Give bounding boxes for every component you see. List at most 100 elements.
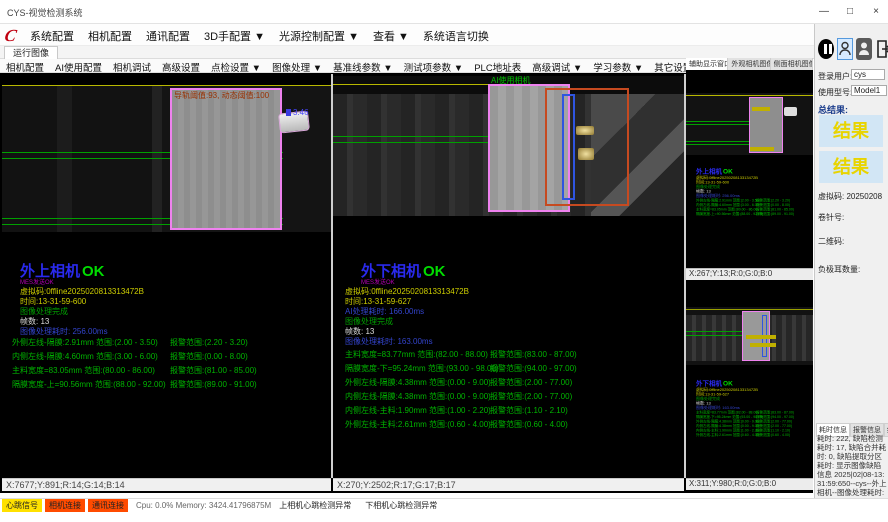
toolbar-item-1[interactable]: AI使用配置 — [55, 60, 102, 72]
user-login-button[interactable] — [837, 38, 853, 60]
status-message-1: 下相机心跳检测异常 — [365, 500, 437, 511]
toolbar-item-2[interactable]: 相机调试 — [113, 60, 151, 72]
close-icon[interactable]: × — [868, 4, 884, 20]
toolbar-item-5[interactable]: 图像处理 ▼ — [272, 60, 322, 72]
toolbar-item-6[interactable]: 基准线参数 ▼ — [333, 60, 393, 72]
menu-item-5[interactable]: 查看 ▼ — [373, 28, 409, 44]
aux-bottom-coordinate-bar: X:311;Y:980;R:0;G:0;B:0 — [686, 478, 813, 490]
info-field-2: 二维码: — [818, 236, 844, 247]
aux-tab-1[interactable]: 外观相机图像 — [728, 58, 770, 70]
aux-view-bottom[interactable]: 外下相机OK虚拟码:0ffline2025020813313472B时间:13-… — [686, 282, 813, 478]
measurement-alarm-range: 报警范围:(94.00 - 97.00) — [490, 364, 577, 373]
threshold-overlay-text: 导轨阈值:93, 动态阈值:100 — [174, 90, 269, 101]
menu-item-3[interactable]: 3D手配置 ▼ — [204, 28, 265, 44]
control-button-row — [818, 38, 888, 60]
user-manage-button[interactable] — [856, 38, 872, 60]
measurement-row: 外侧左线-隔膜:2.91mm 范围:(2.00 - 3.50)报警范围:(2.2… — [12, 337, 327, 351]
menu-item-2[interactable]: 通讯配置 — [146, 28, 190, 44]
toolbar-item-4[interactable]: 点检设置 ▼ — [211, 60, 261, 72]
menu-item-4[interactable]: 光源控制配置 ▼ — [279, 28, 359, 44]
mini-title-ok: OK — [723, 168, 733, 176]
mini-measurement-row: 隔膜宽度-上=90.56mm 范围:(88.00 - 92.00)报警范围:(8… — [696, 212, 813, 217]
mini-measurement-row: 外侧左线-主料:2.61mm 范围:(0.60 - 4.00)报警范围:(0.6… — [696, 433, 813, 438]
center-camera-image: AI使用相机 — [333, 76, 684, 216]
window-title: CYS-视觉检测系统 — [7, 6, 83, 19]
info-field-label: 二维码: — [818, 237, 844, 246]
measurement-alarm-range: 报警范围:(2.00 - 77.00) — [490, 392, 572, 401]
status-bar: 心跳信号相机连接通讯连接 Cpu: 0.0% Memory: 3424.4179… — [0, 498, 888, 512]
aux-top-result-text: 外上相机OK虚拟码:0ffline2025020813313472B时间:13-… — [696, 166, 813, 216]
status-messages: 上相机心跳检测异常 下相机心跳检测异常 — [279, 500, 437, 511]
left-measurements: 外侧左线-隔膜:2.91mm 范围:(2.00 - 3.50)报警范围:(2.2… — [12, 337, 327, 393]
toolbar: 相机配置 AI使用配置相机调试高级设置点检设置 ▼ 图像处理 ▼ 基准线参数 ▼ 测试项… — [0, 59, 686, 73]
measurement-value: 隔膜宽度-下=95.24mm 范围:(93.00 - 98.00) — [345, 363, 490, 374]
aux-tab-0[interactable]: 辅助显示窗口 — [686, 58, 728, 70]
toolbar-item-7[interactable]: 测试项参数 ▼ — [404, 60, 464, 72]
info-field-label: 卷针号: — [818, 213, 844, 222]
measurement-alarm-range: 报警范围:(81.00 - 85.00) — [170, 366, 257, 375]
aux-view-column: 辅助显示窗口外观相机图像侧面相机图像 外上相机OK虚拟码:0ffline2025… — [686, 58, 813, 492]
center-coordinate-bar: X:270;Y:2502;R:17;G:17;B:17 — [333, 478, 684, 491]
measurement-value: 内侧左线-主料:1.90mm 范围:(1.00 - 2.20) — [345, 405, 490, 416]
menu-items: 系统配置相机配置通讯配置 3D手配置 ▼ 光源控制配置 ▼ 查看 ▼ 系统语言切换 — [30, 28, 489, 44]
measurement-row: 主料宽度=83.77mm 范围:(82.00 - 88.00)报警范围:(83.… — [345, 349, 680, 363]
menu-item-1[interactable]: 相机配置 — [88, 28, 132, 44]
center-camera-view[interactable]: AI使用相机 外下相机OK MES发送OK 虚拟码:0ffline2025020… — [333, 74, 684, 491]
left-result-ok: OK — [82, 263, 105, 280]
exit-button[interactable] — [875, 38, 888, 60]
maximize-icon[interactable]: □ — [842, 4, 858, 20]
pause-icon — [818, 39, 834, 59]
status-badge-1: 相机连接 — [45, 499, 85, 512]
measurement-value: 内侧左线-隔膜:4.38mm 范围:(0.00 - 9.00) — [345, 391, 490, 402]
left-camera-view[interactable]: 导轨阈值:93, 动态阈值:100 3.46 外上相机OK MES发送OK 虚拟… — [2, 74, 331, 491]
mini-result-title: 外上相机OK — [696, 166, 813, 176]
measurement-row: 外侧左线-隔膜:4.38mm 范围:(0.00 - 9.00)报警范围:(2.0… — [345, 377, 680, 391]
measurement-row: 主料宽度=83.05mm 范围:(80.00 - 86.00)报警范围:(81.… — [12, 365, 327, 379]
ai-camera-overlay-label: AI使用相机 — [491, 76, 531, 86]
measurement-alarm-range: 报警范围:(2.20 - 3.20) — [170, 338, 248, 347]
detection-rectangle — [545, 88, 629, 206]
measurement-row: 内侧左线-隔膜:4.60mm 范围:(3.00 - 6.00)报警范围:(0.0… — [12, 351, 327, 365]
cpu-memory-status: Cpu: 0.0% Memory: 3424.41796875M — [136, 501, 271, 510]
menu-item-6[interactable]: 系统语言切换 — [423, 28, 489, 44]
aux-bottom-result-text: 外下相机OK虚拟码:0ffline2025020813313472B时间:13-… — [696, 378, 813, 437]
user-lock-icon — [858, 41, 870, 57]
model-select[interactable]: Model1 — [851, 85, 887, 96]
left-coordinate-bar: X:7677;Y:891;R:14;G:14;B:14 — [2, 478, 331, 491]
window-controls: — □ × — [816, 4, 884, 20]
tab-run-image[interactable]: 运行图像 — [4, 46, 58, 59]
toolbar-item-3[interactable]: 高级设置 — [162, 60, 200, 72]
measurement-value: 外侧左线-隔膜:4.38mm 范围:(0.00 - 9.00) — [345, 377, 490, 388]
measurement-row: 外侧左线-主料:2.61mm 范围:(0.60 - 4.00)报警范围:(0.6… — [345, 419, 680, 433]
pause-button[interactable] — [818, 38, 834, 60]
toolbar-item-10[interactable]: 学习参数 ▼ — [593, 60, 643, 72]
info-field-1: 卷针号: — [818, 212, 844, 223]
result-box-2: 结果 — [819, 151, 883, 183]
minimize-icon[interactable]: — — [816, 4, 832, 20]
measurement-value: 外侧左线-隔膜:2.91mm 范围:(2.00 - 3.50) — [12, 337, 170, 348]
measure-overlay-value: 3.46 — [286, 108, 309, 117]
aux-top-coordinate-bar: X:267;Y:13;R:0;G:0;B:0 — [686, 268, 813, 280]
left-elapsed: 图像处理耗时: 256.00ms — [20, 326, 108, 337]
left-mes-status: MES发送OK — [20, 277, 54, 286]
measurement-alarm-range: 报警范围:(83.00 - 87.00) — [490, 350, 577, 359]
mini-measurement-value: 隔膜宽度-上=90.56mm 范围:(88.00 - 92.00) — [696, 212, 756, 217]
aux-view-top[interactable]: 外上相机OK虚拟码:0ffline2025020813313472B时间:13-… — [686, 70, 813, 280]
side-panel: 登录用户: 使用型号: Model1 总结果: 结果 结果 虚拟码: 20250… — [814, 24, 888, 498]
measurement-alarm-range: 报警范围:(2.00 - 77.00) — [490, 378, 572, 387]
status-badge-2: 通讯连接 — [88, 499, 128, 512]
menu-bar: C 系统配置相机配置通讯配置 3D手配置 ▼ 光源控制配置 ▼ 查看 ▼ 系统语言切换 — [0, 24, 888, 46]
status-message-0: 上相机心跳检测异常 — [279, 500, 351, 511]
toolbar-item-9[interactable]: 高级调试 ▼ — [532, 60, 582, 72]
app-logo-icon: C — [3, 26, 25, 44]
login-user-input[interactable] — [851, 69, 885, 80]
measurement-row: 内侧左线-主料:1.90mm 范围:(1.00 - 2.20)报警范围:(1.1… — [345, 405, 680, 419]
login-user-row: 登录用户: — [818, 71, 852, 82]
menu-item-0[interactable]: 系统配置 — [30, 28, 74, 44]
mini-measurement-alarm: 报警范围:(0.60 - 4.00) — [756, 434, 790, 438]
center-measurements: 主料宽度=83.77mm 范围:(82.00 - 88.00)报警范围:(83.… — [345, 349, 680, 433]
roi-rectangle — [170, 88, 282, 230]
toolbar-item-0[interactable]: 相机配置 — [6, 60, 44, 72]
aux-tab-2[interactable]: 侧面相机图像 — [771, 58, 813, 70]
toolbar-item-8[interactable]: PLC地址表 — [474, 60, 521, 72]
